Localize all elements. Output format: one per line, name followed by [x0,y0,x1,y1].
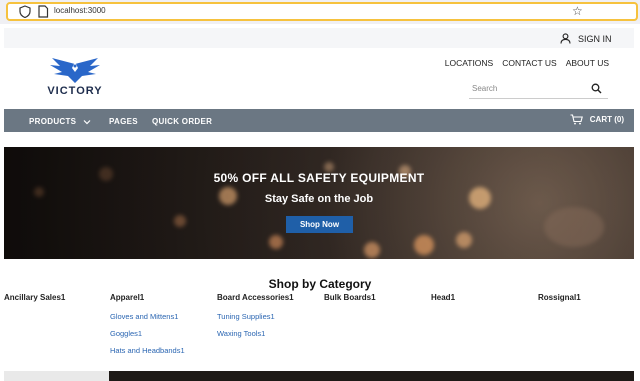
bookmark-star-icon[interactable]: ☆ [572,4,583,18]
shop-now-button[interactable]: Shop Now [286,216,353,233]
nav-pages[interactable]: PAGES [109,117,138,126]
browser-toolbar: localhost:3000 ☆ [0,0,640,24]
subcategory-tuning-supplies[interactable]: Tuning Supplies1 [217,312,294,321]
utility-bar [4,28,634,48]
search-placeholder: Search [472,84,498,93]
locations-link[interactable]: LOCATIONS [445,58,494,68]
search-input[interactable]: Search [469,80,608,99]
hero-subtitle: Stay Safe on the Job [264,193,374,205]
contact-us-link[interactable]: CONTACT US [502,58,556,68]
hero-banner: 50% OFF ALL SAFETY EQUIPMENT Stay Safe o… [4,147,634,259]
url-text[interactable]: localhost:3000 [54,6,106,15]
category-head[interactable]: Head1 [431,293,455,302]
subcategory-goggles[interactable]: Goggles1 [110,329,185,338]
category-column: Board Accessories1 Tuning Supplies1 Waxi… [217,293,294,338]
about-us-link[interactable]: ABOUT US [566,58,609,68]
category-column: Bulk Boards1 [324,293,376,302]
category-apparel[interactable]: Apparel1 [110,293,185,302]
category-column: Head1 [431,293,455,302]
category-rossignal[interactable]: Rossignal1 [538,293,581,302]
subcategory-waxing-tools[interactable]: Waxing Tools1 [217,329,294,338]
shop-by-category-heading: Shop by Category [268,277,372,291]
cart-icon [570,114,583,125]
search-icon[interactable] [591,83,602,94]
page-icon[interactable] [37,5,49,18]
next-section-preview [4,371,634,381]
eagle-logo-icon [50,58,100,83]
main-nav: PRODUCTS PAGES QUICK ORDER CART (0) [4,109,634,132]
nav-quick-order[interactable]: QUICK ORDER [152,117,212,126]
category-column: Apparel1 Gloves and Mittens1 Goggles1 Ha… [110,293,185,355]
sign-in-link[interactable]: SIGN IN [560,33,612,44]
category-column: Rossignal1 [538,293,581,302]
nav-products-label: PRODUCTS [29,117,77,126]
hero-title: 50% OFF ALL SAFETY EQUIPMENT [213,171,425,185]
user-icon [560,33,571,44]
chevron-down-icon [83,119,91,125]
category-board-accessories[interactable]: Board Accessories1 [217,293,294,302]
subcategory-hats-and-headbands[interactable]: Hats and Headbands1 [110,346,185,355]
category-bulk-boards[interactable]: Bulk Boards1 [324,293,376,302]
shield-icon[interactable] [19,5,31,18]
victory-logo[interactable]: VICTORY [42,56,108,100]
header-links: LOCATIONS CONTACT US ABOUT US [445,58,609,68]
brand-name: VICTORY [47,85,103,97]
cart-button[interactable]: CART (0) [570,114,624,125]
category-ancillary-sales[interactable]: Ancillary Sales1 [4,293,65,302]
category-column: Ancillary Sales1 [4,293,65,302]
subcategory-gloves-and-mittens[interactable]: Gloves and Mittens1 [110,312,185,321]
nav-products[interactable]: PRODUCTS [29,117,91,126]
sign-in-label: SIGN IN [578,33,612,44]
cart-label: CART (0) [589,115,624,124]
